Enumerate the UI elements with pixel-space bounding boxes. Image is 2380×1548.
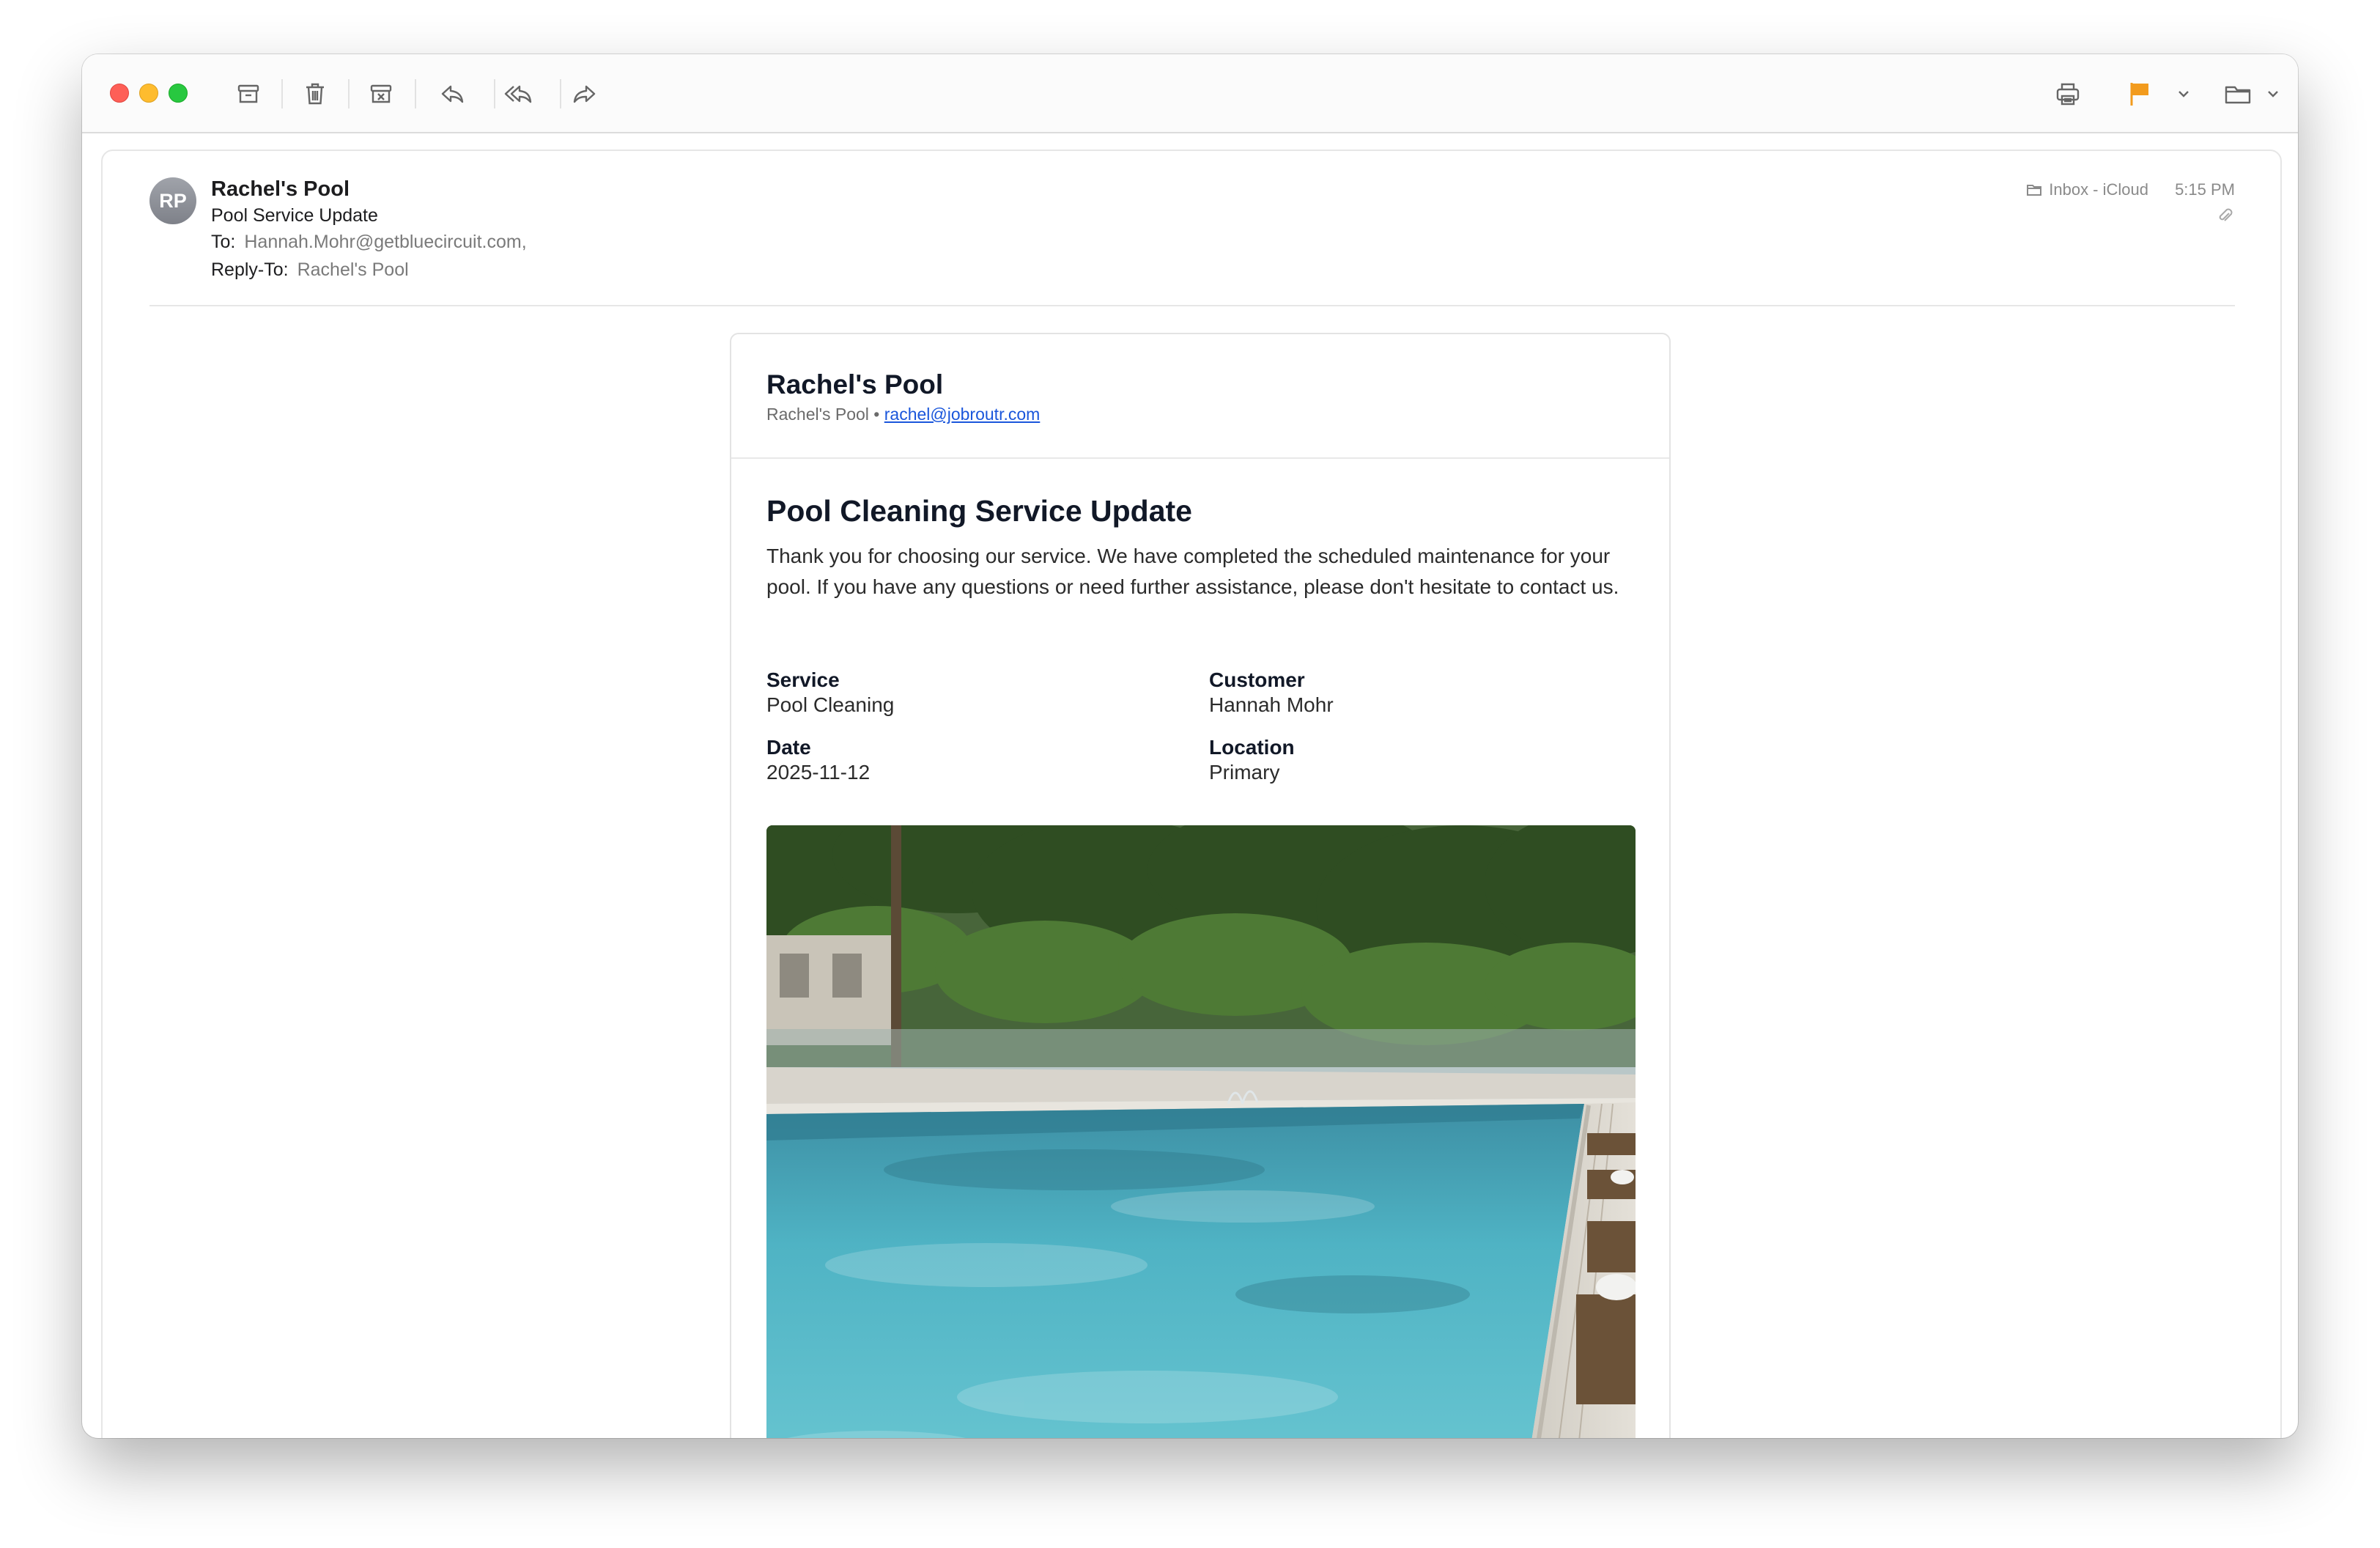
attachment-icon[interactable] (2216, 207, 2235, 226)
brand-title: Rachel's Pool (766, 369, 944, 399)
mailbox-label[interactable]: Inbox - iCloud (2025, 180, 2148, 199)
to-line: To: Hannah.Mohr@getbluecircuit.com, (211, 232, 527, 253)
email-subject: Pool Service Update (211, 205, 378, 226)
message-intro: Thank you for choosing our service. We h… (766, 545, 1619, 598)
received-time: 5:15 PM (2175, 180, 2235, 199)
pool-photo[interactable] (766, 825, 1636, 1438)
reply-to-label: Reply-To: (211, 259, 289, 280)
print-icon[interactable] (2052, 78, 2084, 110)
sender-name[interactable]: Rachel's Pool (211, 177, 350, 202)
to-label: To: (211, 232, 236, 252)
mailbox-name: Inbox - iCloud (2049, 180, 2148, 199)
minimize-window-button[interactable] (139, 84, 158, 103)
archive-icon[interactable] (232, 78, 265, 110)
date-value: 2025-11-12 (766, 761, 871, 784)
folder-icon[interactable] (2222, 78, 2254, 110)
toolbar (82, 54, 2298, 133)
message-headline: Pool Cleaning Service Update (766, 494, 1192, 528)
brand-sub-text: Rachel's Pool • (766, 405, 880, 424)
reply-icon[interactable] (436, 78, 468, 110)
recipient-address[interactable]: Hannah.Mohr@getbluecircuit.com, (244, 232, 526, 252)
close-window-button[interactable] (110, 84, 129, 103)
zoom-window-button[interactable] (169, 84, 188, 103)
reply-to-line: Reply-To: Rachel's Pool (211, 259, 409, 281)
forward-icon[interactable] (569, 78, 601, 110)
folder-icon (2027, 185, 2042, 196)
card-header: Rachel's Pool Rachel's Pool • rachel@job… (731, 334, 1669, 459)
reply-to-address[interactable]: Rachel's Pool (298, 259, 409, 280)
mail-window: RP Rachel's Pool Pool Service Update To:… (82, 54, 2298, 1438)
reply-all-icon[interactable] (502, 78, 534, 110)
chevron-down-icon[interactable] (2168, 78, 2200, 110)
pool-photo-illustration (766, 825, 1636, 1438)
location-value: Primary (1209, 761, 1280, 784)
avatar: RP (149, 177, 196, 224)
flag-icon[interactable] (2124, 78, 2156, 110)
date-label: Date (766, 736, 811, 759)
service-value: Pool Cleaning (766, 693, 895, 716)
customer-value: Hannah Mohr (1209, 693, 1334, 716)
service-label: Service (766, 668, 840, 691)
chevron-down-icon[interactable] (2257, 78, 2289, 110)
junk-icon[interactable] (365, 78, 397, 110)
trash-icon[interactable] (299, 78, 331, 110)
location-label: Location (1209, 736, 1295, 759)
brand-subtitle: Rachel's Pool • rachel@jobroutr.com (766, 405, 1040, 424)
message-viewer: RP Rachel's Pool Pool Service Update To:… (101, 150, 2282, 1438)
header-divider (149, 305, 2235, 306)
brand-email-link[interactable]: rachel@jobroutr.com (884, 405, 1041, 424)
message-body-card: Rachel's Pool Rachel's Pool • rachel@job… (730, 333, 1671, 1438)
customer-label: Customer (1209, 668, 1305, 691)
